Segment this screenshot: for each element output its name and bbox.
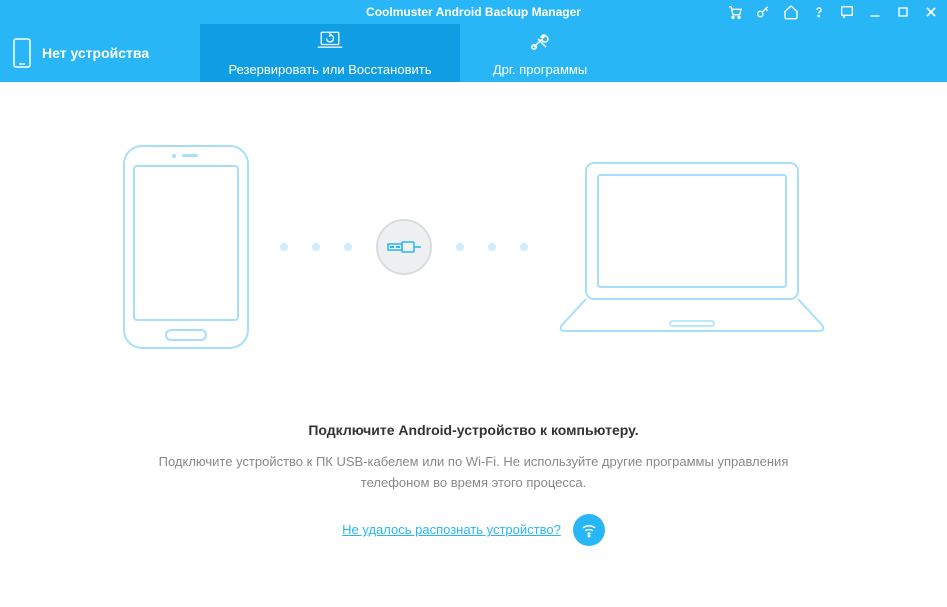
tab-other-programs[interactable]: Дрг. программы bbox=[460, 24, 620, 82]
backup-restore-icon bbox=[316, 29, 344, 58]
connection-dots-left bbox=[280, 243, 352, 251]
dot-icon bbox=[280, 243, 288, 251]
maximize-icon[interactable] bbox=[895, 4, 911, 20]
device-status-label: Нет устройства bbox=[42, 45, 149, 61]
cart-icon[interactable] bbox=[727, 4, 743, 20]
feedback-icon[interactable] bbox=[839, 4, 855, 20]
connect-subtext: Подключите устройство к ПК USB-кабелем и… bbox=[0, 452, 947, 494]
titlebar: Coolmuster Android Backup Manager bbox=[0, 0, 947, 24]
wifi-connect-button[interactable] bbox=[573, 514, 605, 546]
dot-icon bbox=[520, 243, 528, 251]
usb-plug-icon bbox=[376, 219, 432, 275]
key-icon[interactable] bbox=[755, 4, 771, 20]
device-not-recognized-link[interactable]: Не удалось распознать устройство? bbox=[342, 522, 561, 537]
connect-subtext-line2: телефоном во время этого процесса. bbox=[0, 473, 947, 494]
tab-backup-restore[interactable]: Резервировать или Восстановить bbox=[200, 24, 460, 82]
laptop-illustration-icon bbox=[552, 157, 832, 337]
dot-icon bbox=[456, 243, 464, 251]
phone-illustration-icon bbox=[116, 142, 256, 352]
connection-illustration bbox=[0, 142, 947, 352]
connection-dots-right bbox=[456, 243, 528, 251]
dot-icon bbox=[488, 243, 496, 251]
help-row: Не удалось распознать устройство? bbox=[0, 514, 947, 546]
home-icon[interactable] bbox=[783, 4, 799, 20]
dot-icon bbox=[312, 243, 320, 251]
tab-other-programs-label: Дрг. программы bbox=[493, 62, 587, 77]
help-icon[interactable] bbox=[811, 4, 827, 20]
device-status: Нет устройства bbox=[0, 24, 200, 82]
close-icon[interactable] bbox=[923, 4, 939, 20]
tab-backup-restore-label: Резервировать или Восстановить bbox=[229, 62, 432, 77]
content: Подключите Android-устройство к компьюте… bbox=[0, 82, 947, 546]
toolbar: Нет устройства Резервировать или Восстан… bbox=[0, 24, 947, 82]
minimize-icon[interactable] bbox=[867, 4, 883, 20]
titlebar-controls bbox=[727, 4, 939, 20]
connect-heading: Подключите Android-устройство к компьюте… bbox=[0, 422, 947, 438]
phone-outline-icon bbox=[12, 38, 32, 68]
dot-icon bbox=[344, 243, 352, 251]
tools-icon bbox=[526, 29, 554, 58]
wifi-icon bbox=[580, 521, 598, 539]
connect-subtext-line1: Подключите устройство к ПК USB-кабелем и… bbox=[0, 452, 947, 473]
